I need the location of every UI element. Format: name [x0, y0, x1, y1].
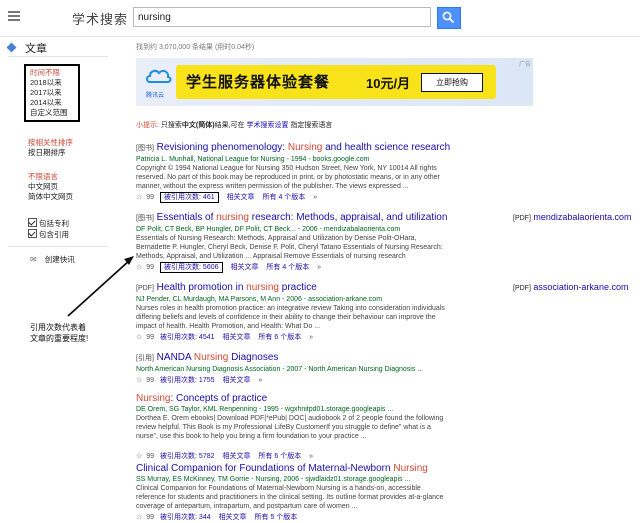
related-articles-link[interactable]: 相关文章 — [222, 334, 250, 341]
more-icon[interactable]: » — [309, 334, 313, 341]
all-versions-link[interactable]: 所有 6 个版本 — [258, 334, 301, 341]
search-result: [图书] Revisioning phenomenology: Nursing … — [136, 141, 450, 203]
ad-yellow-panel: 学生服务器体验套餐 10元/月 立即抢购 — [176, 65, 496, 99]
result-authors: DF Polit, CT Beck, BP Hungler, DF Polit,… — [136, 226, 401, 233]
result-stats: 找到约 3,070,000 条结果 (用时0.04秒) — [136, 44, 255, 51]
search-result: [图书] Essentials of nursing research: Met… — [136, 211, 447, 273]
result-actions: ☆ 99 被引用次数: 5606 相关文章 所有 4 个版本 » — [136, 262, 446, 273]
result-snippet: Clinical Companion for Foundations of Ma… — [136, 485, 444, 510]
ad-banner[interactable]: 腾讯云 学生服务器体验套餐 10元/月 立即抢购 广告 — [136, 58, 533, 106]
result-actions: ☆ 99 被引用次数: 461 相关文章 所有 4 个版本 » — [136, 192, 446, 203]
result-title[interactable]: [PDF] Health promotion in nursing practi… — [136, 281, 446, 295]
result-authors: Patricia L. Munhall, National League for… — [136, 156, 370, 163]
more-icon[interactable]: » — [309, 453, 313, 460]
result-authors: DE Orem, SG Taylor, KML Renpenning - 199… — [136, 406, 394, 413]
pdf-link[interactable]: [PDF] mendizabalaorienta.com — [513, 212, 631, 222]
search-result: Clinical Companion for Foundations of Ma… — [136, 462, 446, 523]
scholar-settings-link[interactable]: 学术搜索设置 — [246, 122, 288, 129]
result-actions: ☆ 99 被引用次数: 5782 相关文章 所有 6 个版本 » — [136, 451, 446, 462]
quote-icon[interactable]: 99 — [146, 194, 154, 201]
result-snippet: Essentials of Nursing Research: Methods,… — [136, 235, 443, 260]
result-authors: North American Nursing Diagnosis Associa… — [136, 366, 424, 373]
result-actions: ☆ 99 被引用次数: 4541 相关文章 所有 6 个版本 » — [136, 332, 446, 343]
search-result: Nursing: Concepts of practice DE Orem, S… — [136, 392, 446, 462]
star-icon[interactable]: ☆ — [136, 264, 142, 271]
search-result: [引用] NANDA Nursing Diagnoses North Ameri… — [136, 351, 446, 386]
result-actions: ☆ 99 被引用次数: 1755 相关文章 » — [136, 375, 446, 386]
related-articles-link[interactable]: 相关文章 — [222, 377, 250, 384]
result-snippet: Dorthea E. Orem ebooks| Download PDF|*eP… — [136, 415, 444, 440]
all-versions-link[interactable]: 所有 4 个版本 — [263, 194, 306, 201]
star-icon[interactable]: ☆ — [136, 194, 142, 201]
result-snippet: Copyright © 1994 National League for Nur… — [136, 165, 440, 190]
quote-icon[interactable]: 99 — [146, 514, 154, 521]
cited-by-link[interactable]: 被引用次数: 344 — [160, 514, 211, 521]
related-articles-link[interactable]: 相关文章 — [219, 514, 247, 521]
ad-price: 10元/月 — [366, 76, 411, 91]
ad-brand: 腾讯云 — [146, 93, 165, 99]
more-icon[interactable]: » — [258, 377, 262, 384]
quote-icon[interactable]: 99 — [146, 334, 154, 341]
star-icon[interactable]: ☆ — [136, 334, 142, 341]
cited-by-link[interactable]: 被引用次数: 5606 — [160, 262, 223, 273]
pdf-link[interactable]: [PDF] association-arkane.com — [513, 282, 628, 292]
cited-by-link[interactable]: 被引用次数: 461 — [160, 192, 219, 203]
star-icon[interactable]: ☆ — [136, 514, 142, 521]
ad-cta-button[interactable]: 立即抢购 — [421, 73, 483, 92]
related-articles-link[interactable]: 相关文章 — [227, 194, 255, 201]
search-result: [PDF] Health promotion in nursing practi… — [136, 281, 446, 343]
more-icon[interactable]: » — [317, 264, 321, 271]
result-actions: ☆ 99 被引用次数: 344 相关文章 所有 5 个版本 — [136, 512, 446, 523]
result-title[interactable]: Clinical Companion for Foundations of Ma… — [136, 462, 446, 475]
quote-icon[interactable]: 99 — [146, 377, 154, 384]
result-title[interactable]: [图书] Essentials of nursing research: Met… — [136, 211, 447, 225]
quote-icon[interactable]: 99 — [146, 453, 154, 460]
result-snippet: Nurses roles in health promotion practic… — [136, 305, 445, 330]
result-title[interactable]: Nursing: Concepts of practice — [136, 392, 446, 405]
quote-icon[interactable]: 99 — [146, 264, 154, 271]
result-title[interactable]: [引用] NANDA Nursing Diagnoses — [136, 351, 446, 365]
ad-label: 广告 — [518, 62, 531, 68]
all-versions-link[interactable]: 所有 4 个版本 — [266, 264, 309, 271]
cited-by-link[interactable]: 被引用次数: 5782 — [160, 453, 214, 460]
cited-by-link[interactable]: 被引用次数: 4541 — [160, 334, 214, 341]
star-icon[interactable]: ☆ — [136, 453, 142, 460]
ad-headline: 学生服务器体验套餐 — [186, 74, 331, 91]
more-icon[interactable]: » — [313, 194, 317, 201]
cloud-logo-icon — [146, 69, 172, 83]
star-icon[interactable]: ☆ — [136, 377, 142, 384]
result-authors: NJ Pender, CL Murdaugh, MA Parsons, M An… — [136, 296, 383, 303]
result-authors: SS Murray, ES McKinney, TM Gorrie - Nurs… — [136, 476, 411, 483]
result-title[interactable]: [图书] Revisioning phenomenology: Nursing … — [136, 141, 450, 155]
related-articles-link[interactable]: 相关文章 — [230, 264, 258, 271]
all-versions-link[interactable]: 所有 5 个版本 — [255, 514, 298, 521]
cited-by-link[interactable]: 被引用次数: 1755 — [160, 377, 214, 384]
search-tip: 小提示: 只搜索中文(简体)结果,可在 学术搜索设置 指定搜索语言 — [136, 122, 333, 129]
related-articles-link[interactable]: 相关文章 — [222, 453, 250, 460]
all-versions-link[interactable]: 所有 6 个版本 — [258, 453, 301, 460]
